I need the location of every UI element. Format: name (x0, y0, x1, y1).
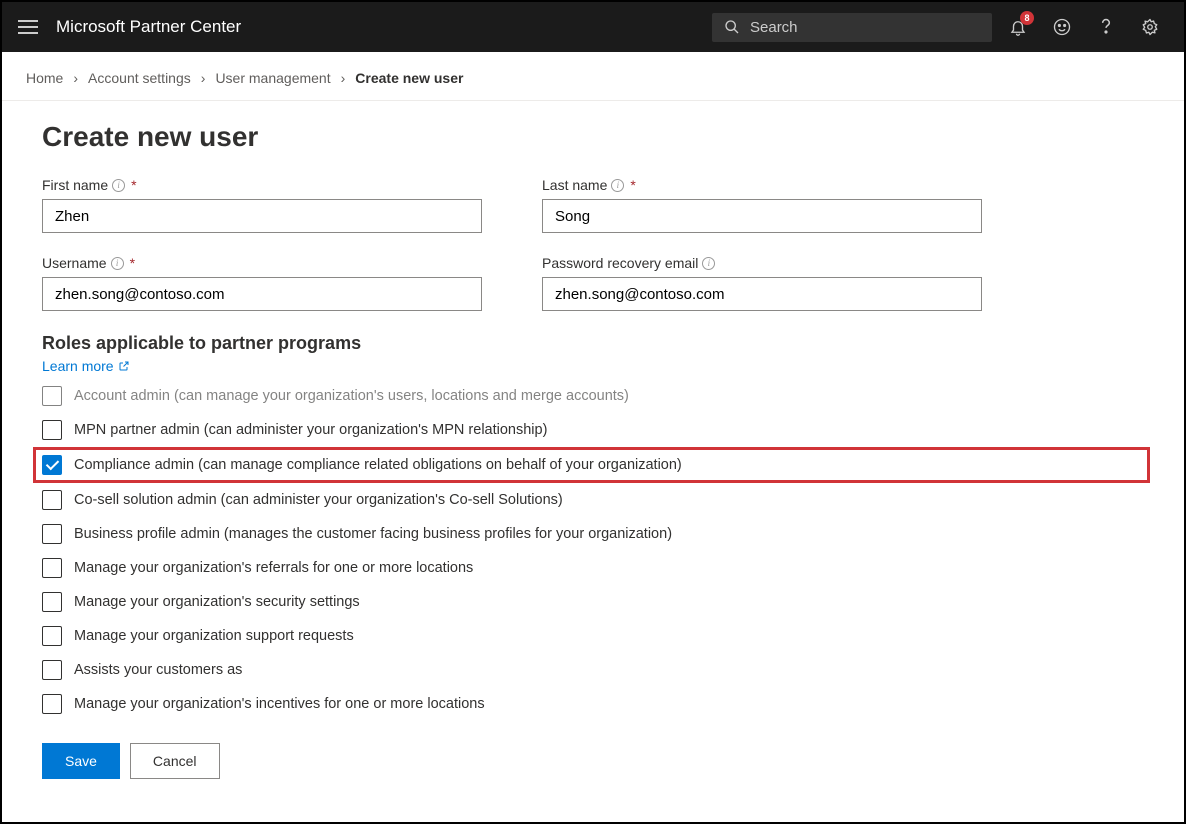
breadcrumb-link-user-management[interactable]: User management (215, 70, 330, 86)
username-input[interactable] (42, 277, 482, 311)
chevron-right-icon: › (341, 70, 346, 86)
recovery-email-label-text: Password recovery email (542, 255, 698, 271)
info-icon[interactable]: i (611, 179, 624, 192)
required-mark: * (131, 177, 136, 193)
chevron-right-icon: › (73, 70, 78, 86)
breadcrumb: Home › Account settings › User managemen… (2, 52, 1184, 101)
chevron-right-icon: › (201, 70, 206, 86)
role-item: Manage your organization's security sett… (42, 585, 1144, 619)
search-icon (724, 19, 740, 35)
learn-more-link[interactable]: Learn more (42, 358, 130, 374)
info-icon[interactable]: i (112, 179, 125, 192)
recovery-email-label: Password recovery email i (542, 255, 982, 271)
breadcrumb-current: Create new user (355, 70, 463, 86)
question-icon (1098, 17, 1114, 37)
role-checkbox[interactable] (42, 386, 62, 406)
role-item: Business profile admin (manages the cust… (42, 517, 1144, 551)
role-checkbox[interactable] (42, 626, 62, 646)
last-name-label: Last name i * (542, 177, 982, 193)
role-label: Compliance admin (can manage compliance … (74, 457, 682, 473)
username-field-group: Username i * (42, 255, 482, 311)
role-label: Assists your customers as (74, 662, 242, 678)
role-label: Co-sell solution admin (can administer y… (74, 492, 563, 508)
role-item: Manage your organization support request… (42, 619, 1144, 653)
role-item: Assists your customers as (42, 653, 1144, 687)
first-name-label: First name i * (42, 177, 482, 193)
learn-more-text: Learn more (42, 358, 114, 374)
role-checkbox[interactable] (42, 490, 62, 510)
app-title: Microsoft Partner Center (56, 17, 241, 37)
role-label: Business profile admin (manages the cust… (74, 526, 672, 542)
role-item: Manage your organization's referrals for… (42, 551, 1144, 585)
last-name-field-group: Last name i * (542, 177, 982, 233)
username-label: Username i * (42, 255, 482, 271)
role-checkbox[interactable] (42, 420, 62, 440)
button-row: Save Cancel (42, 743, 1144, 779)
search-box[interactable]: Search (712, 13, 992, 42)
required-mark: * (130, 255, 135, 271)
role-checkbox[interactable] (42, 558, 62, 578)
header-icon-group: 8 (1008, 17, 1168, 37)
role-label: Manage your organization's security sett… (74, 594, 360, 610)
cancel-button[interactable]: Cancel (130, 743, 220, 779)
recovery-email-field-group: Password recovery email i (542, 255, 982, 311)
hamburger-menu-icon[interactable] (18, 17, 38, 37)
smiley-icon (1053, 18, 1071, 36)
last-name-input[interactable] (542, 199, 982, 233)
help-button[interactable] (1096, 17, 1116, 37)
info-icon[interactable]: i (111, 257, 124, 270)
roles-list: Account admin (can manage your organizat… (42, 386, 1144, 721)
app-header: Microsoft Partner Center Search 8 (2, 2, 1184, 52)
role-item: Compliance admin (can manage compliance … (33, 447, 1150, 483)
save-button[interactable]: Save (42, 743, 120, 779)
role-item: Co-sell solution admin (can administer y… (42, 483, 1144, 517)
role-label: Manage your organization support request… (74, 628, 354, 644)
roles-section-title: Roles applicable to partner programs (42, 333, 1144, 354)
role-item: MPN partner admin (can administer your o… (42, 413, 1144, 447)
search-placeholder: Search (750, 19, 798, 36)
role-label: MPN partner admin (can administer your o… (74, 422, 547, 438)
main-content: Create new user First name i * Last name… (2, 101, 1184, 799)
role-label: Manage your organization's incentives fo… (74, 696, 485, 712)
role-checkbox[interactable] (42, 455, 62, 475)
role-checkbox[interactable] (42, 524, 62, 544)
role-label: Manage your organization's referrals for… (74, 560, 473, 576)
gear-icon (1141, 18, 1159, 36)
notification-badge: 8 (1020, 11, 1034, 25)
settings-button[interactable] (1140, 17, 1160, 37)
last-name-label-text: Last name (542, 177, 607, 193)
breadcrumb-link-account-settings[interactable]: Account settings (88, 70, 191, 86)
role-checkbox[interactable] (42, 592, 62, 612)
role-checkbox[interactable] (42, 660, 62, 680)
first-name-input[interactable] (42, 199, 482, 233)
recovery-email-input[interactable] (542, 277, 982, 311)
role-item: Account admin (can manage your organizat… (42, 386, 1144, 413)
external-link-icon (118, 360, 130, 372)
info-icon[interactable]: i (702, 257, 715, 270)
first-name-label-text: First name (42, 177, 108, 193)
breadcrumb-link-home[interactable]: Home (26, 70, 63, 86)
feedback-button[interactable] (1052, 17, 1072, 37)
required-mark: * (630, 177, 635, 193)
notifications-button[interactable]: 8 (1008, 17, 1028, 37)
role-item: Manage your organization's incentives fo… (42, 687, 1144, 721)
first-name-field-group: First name i * (42, 177, 482, 233)
page-title: Create new user (42, 121, 1144, 153)
username-label-text: Username (42, 255, 107, 271)
role-checkbox[interactable] (42, 694, 62, 714)
role-label: Account admin (can manage your organizat… (74, 388, 629, 404)
